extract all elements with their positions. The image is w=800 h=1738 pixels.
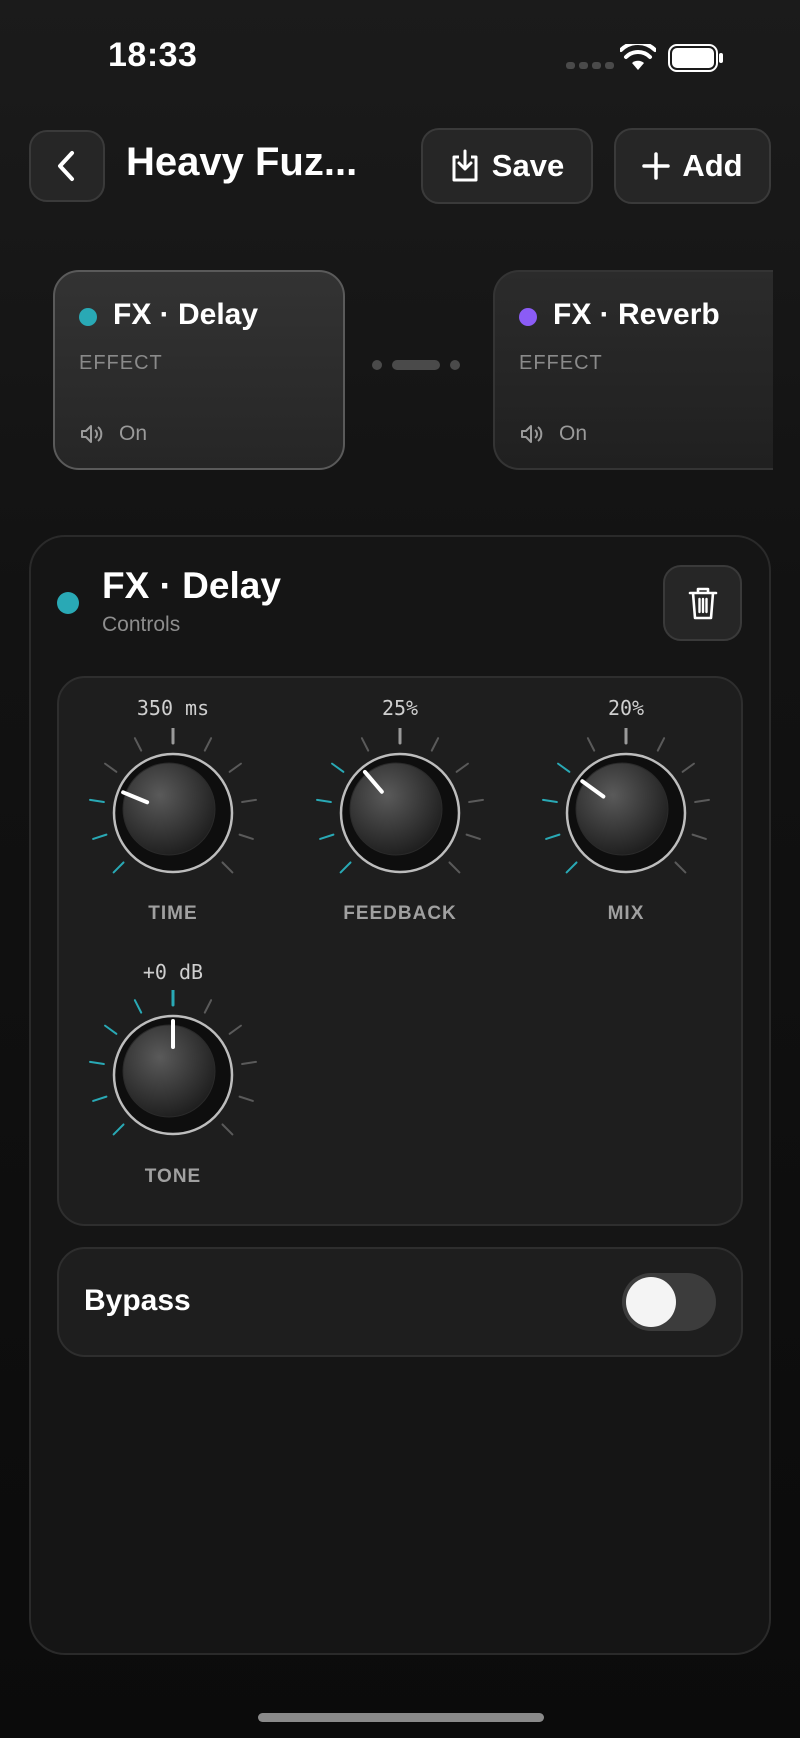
knob-tick: [674, 861, 687, 874]
knob-tick: [238, 833, 254, 840]
chain-connector: [372, 360, 460, 370]
cellular-signal-icon: [566, 62, 614, 69]
knob-tick: [92, 1095, 108, 1102]
knob-tone[interactable]: [88, 990, 258, 1160]
chevron-left-icon: [58, 151, 74, 181]
knob-value-tone: +0 dB: [142, 960, 204, 984]
knob-label-mix: MIX: [607, 903, 645, 924]
knob-tick: [228, 1024, 242, 1035]
effect-color-dot: [57, 592, 79, 614]
knob-tick: [430, 737, 440, 752]
fx-card-status: On: [79, 422, 147, 446]
knob-body: [122, 1024, 216, 1118]
knob-feedback[interactable]: [315, 728, 485, 898]
plus-icon: [642, 152, 671, 180]
knob-tick: [92, 833, 108, 840]
knob-mix[interactable]: [541, 728, 711, 898]
knob-tick: [468, 798, 484, 804]
knob-label-feedback: FEEDBACK: [343, 903, 457, 924]
save-label: Save: [491, 148, 565, 183]
knob-tick: [133, 737, 143, 752]
knob-tick: [545, 833, 561, 840]
effect-color-dot: [79, 308, 97, 326]
fx-card-reverb[interactable]: FX · Reverb EFFECT On: [493, 270, 773, 470]
fx-card-type: EFFECT: [519, 352, 603, 374]
knob-tick: [104, 762, 118, 773]
knob-tick: [339, 861, 352, 874]
knob-tick: [360, 737, 370, 752]
knob-tick: [89, 798, 105, 804]
knob-value-mix: 20%: [607, 696, 645, 720]
fx-card-title: FX · Delay: [113, 298, 259, 331]
knob-value-feedback: 25%: [381, 696, 419, 720]
knob-tick: [112, 1123, 125, 1136]
bypass-label: Bypass: [84, 1284, 191, 1317]
knob-tick: [203, 737, 213, 752]
knob-tick: [104, 1024, 118, 1035]
knob-label-time: TIME: [148, 903, 198, 924]
wifi-icon: [620, 44, 656, 70]
knob-tick: [112, 861, 125, 874]
panel-subtitle: Controls: [102, 613, 181, 636]
speaker-icon: [521, 425, 543, 443]
knob-label-tone: TONE: [144, 1166, 202, 1187]
knob-body: [575, 762, 669, 856]
panel-title: FX · Delay: [102, 565, 281, 606]
knob-tick: [691, 833, 707, 840]
status-time: 18:33: [108, 36, 198, 74]
effect-color-dot: [519, 308, 537, 326]
knob-tick: [542, 798, 558, 804]
knob-tick: [203, 999, 213, 1014]
delete-effect-button[interactable]: [663, 565, 742, 641]
knob-tick: [586, 737, 596, 752]
knob-tick: [681, 762, 695, 773]
knob-tick: [319, 833, 335, 840]
knob-tick: [455, 762, 469, 773]
knob-tick: [656, 737, 666, 752]
home-indicator: [258, 1713, 544, 1722]
knob-tick: [238, 1095, 254, 1102]
fx-card-delay[interactable]: FX · Delay EFFECT On: [53, 270, 345, 470]
trash-icon: [688, 587, 717, 620]
fx-card-type: EFFECT: [79, 352, 163, 374]
knob-value-time: 350 ms: [136, 696, 210, 720]
knob-tick: [331, 762, 345, 773]
save-button[interactable]: Save: [421, 128, 593, 204]
knob-tick: [448, 861, 461, 874]
save-download-icon: [452, 149, 478, 182]
speaker-icon: [81, 425, 103, 443]
knob-tick: [241, 1060, 257, 1066]
knob-tick: [221, 1123, 234, 1136]
knob-tick: [565, 861, 578, 874]
back-button[interactable]: [29, 130, 105, 202]
knob-tick: [133, 999, 143, 1014]
knob-tick: [465, 833, 481, 840]
knob-body: [122, 762, 216, 856]
add-label: Add: [682, 148, 743, 183]
knob-tick: [228, 762, 242, 773]
knob-tick: [316, 798, 332, 804]
knob-tick: [557, 762, 571, 773]
fx-card-title: FX · Reverb: [553, 298, 720, 331]
knob-tick: [241, 798, 257, 804]
add-button[interactable]: Add: [614, 128, 771, 204]
knob-tick: [89, 1060, 105, 1066]
knob-tick: [221, 861, 234, 874]
toggle-thumb: [626, 1277, 676, 1327]
fx-card-status-label: On: [559, 422, 588, 445]
knob-body: [349, 762, 443, 856]
preset-title: Heavy Fuz...: [126, 140, 358, 184]
fx-card-status-label: On: [119, 422, 148, 445]
fx-card-status: On: [519, 422, 587, 446]
knob-tick: [694, 798, 710, 804]
bypass-toggle[interactable]: [622, 1273, 716, 1331]
battery-icon: [668, 44, 723, 72]
knob-time[interactable]: [88, 728, 258, 898]
